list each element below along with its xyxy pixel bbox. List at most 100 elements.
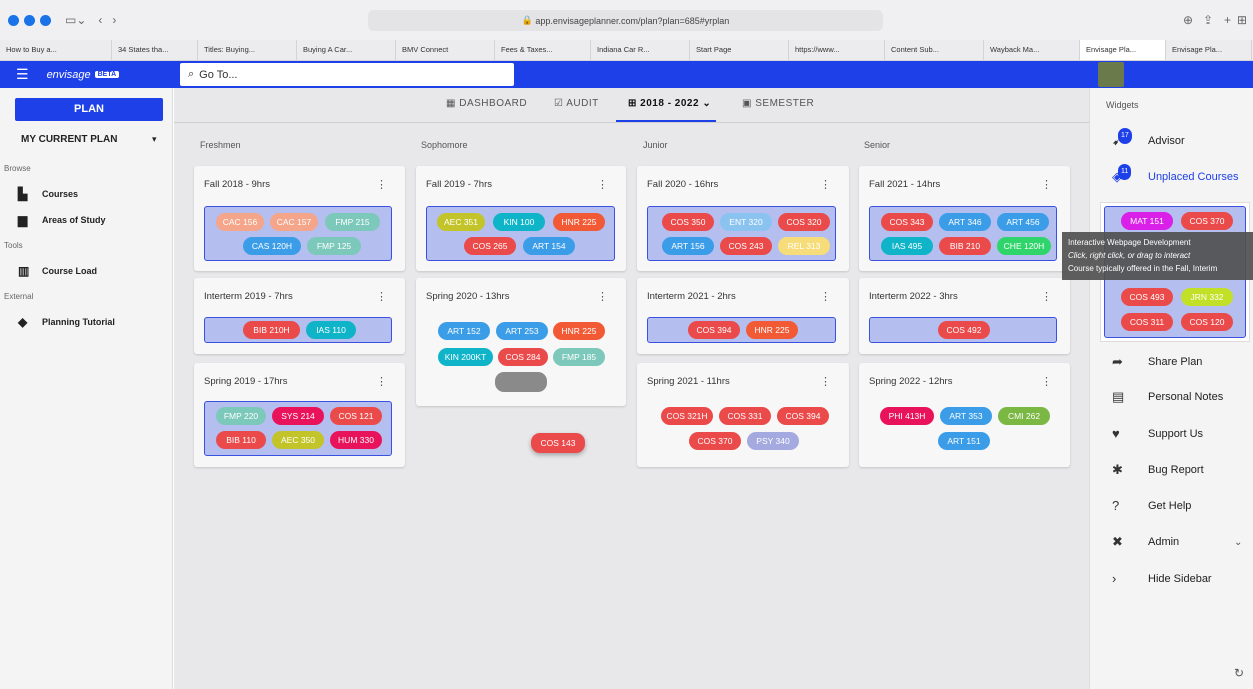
course-pill[interactable]: BIB 210H xyxy=(243,321,300,339)
widget-bug[interactable]: ✱ Bug Report xyxy=(1112,463,1204,477)
current-plan-select[interactable]: MY CURRENT PLAN xyxy=(21,134,117,145)
course-pill[interactable]: IAS 495 xyxy=(881,237,933,255)
course-pill[interactable]: COS 331 xyxy=(719,407,771,425)
course-dropzone[interactable]: FMP 220 SYS 214 COS 121 BIB 110 AEC 350 … xyxy=(204,401,392,456)
course-pill[interactable]: REL 313 xyxy=(778,237,830,255)
course-pill[interactable]: COS 394 xyxy=(777,407,829,425)
course-pill[interactable]: FMP 185 xyxy=(553,348,605,366)
widget-help[interactable]: ? Get Help xyxy=(1112,499,1191,513)
course-pill[interactable]: JRN 332 xyxy=(1181,288,1233,306)
nav-courses[interactable]: ▙ Courses xyxy=(18,188,78,200)
course-pill[interactable]: MAT 151 xyxy=(1121,212,1173,230)
course-dropzone[interactable]: COS 343 ART 346 ART 456 IAS 495 BIB 210 … xyxy=(869,206,1057,261)
more-icon[interactable]: ⋮ xyxy=(1041,290,1052,303)
bookmark[interactable]: https://www... xyxy=(789,40,885,60)
widget-support[interactable]: ♥ Support Us xyxy=(1112,427,1203,441)
more-icon[interactable]: ⋮ xyxy=(820,290,831,303)
course-dropzone[interactable]: COS 492 xyxy=(869,317,1057,343)
bookmark[interactable]: Buying A Car... xyxy=(297,40,396,60)
more-icon[interactable]: ⋮ xyxy=(1041,178,1052,191)
bookmark[interactable]: Fees & Taxes... xyxy=(495,40,591,60)
logo[interactable]: envisage xyxy=(47,69,91,81)
bookmark[interactable]: 34 States tha... xyxy=(112,40,198,60)
tab-dashboard[interactable]: ▦ DASHBOARD xyxy=(446,98,527,109)
chevron-down-icon[interactable]: ▾ xyxy=(152,134,157,145)
term-card[interactable]: Spring 2022 - 12hrs ⋮ PHI 413H ART 353 CM… xyxy=(859,363,1070,467)
more-icon[interactable]: ⋮ xyxy=(820,375,831,388)
nav-course-load[interactable]: ▥ Course Load xyxy=(18,265,97,277)
nav-tutorial[interactable]: ◆ Planning Tutorial xyxy=(18,316,115,328)
more-icon[interactable]: ⋮ xyxy=(376,290,387,303)
bookmark[interactable]: Start Page xyxy=(690,40,789,60)
search-input[interactable]: ⌕ Go To... xyxy=(180,63,514,86)
course-pill[interactable]: CHE 120H xyxy=(997,237,1051,255)
bookmark[interactable]: Content Sub... xyxy=(885,40,984,60)
course-pill[interactable]: FMP 125 xyxy=(307,237,361,255)
widget-notes[interactable]: ▤ Personal Notes xyxy=(1112,390,1223,404)
course-pill[interactable]: HNR 225 xyxy=(746,321,798,339)
course-pill[interactable]: CAC 157 xyxy=(270,213,318,231)
course-pill[interactable]: ART 152 xyxy=(438,322,490,340)
avatar[interactable] xyxy=(1098,62,1124,87)
term-card[interactable]: Interterm 2022 - 3hrs ⋮ COS 492 xyxy=(859,278,1070,354)
course-pill[interactable]: PSY 340 xyxy=(747,432,799,450)
course-pill[interactable]: ART 154 xyxy=(523,237,575,255)
course-pill[interactable]: CMI 262 xyxy=(998,407,1050,425)
refresh-icon[interactable]: ↻ xyxy=(1234,666,1244,680)
course-pill[interactable]: KIN 200KT xyxy=(438,348,493,366)
course-pill[interactable]: ART 456 xyxy=(997,213,1049,231)
term-card[interactable]: Spring 2020 - 13hrs ⋮ ART 152 ART 253 HNR… xyxy=(416,278,626,406)
forward-icon[interactable]: › xyxy=(112,13,116,27)
term-card[interactable]: Spring 2021 - 11hrs ⋮ COS 321H COS 331 CO… xyxy=(637,363,849,467)
term-card[interactable]: Fall 2020 - 16hrs ⋮ COS 350 ENT 320 COS 3… xyxy=(637,166,849,271)
tab-active[interactable]: Envisage Pla... xyxy=(1080,40,1166,60)
course-pill[interactable]: COS 265 xyxy=(464,237,516,255)
course-pill[interactable]: COS 370 xyxy=(1181,212,1233,230)
dragged-course-pill[interactable]: COS 143 xyxy=(531,433,585,453)
course-pill[interactable]: CAC 156 xyxy=(216,213,264,231)
course-pill[interactable]: COS 492 xyxy=(938,321,990,339)
course-pill[interactable]: IAS 110 xyxy=(306,321,356,339)
course-pill[interactable]: COS 394 xyxy=(688,321,740,339)
minimize-dot[interactable] xyxy=(24,14,35,26)
course-pill[interactable]: COS 370 xyxy=(689,432,741,450)
widget-advisor[interactable]: ➹ 17 Advisor xyxy=(1112,128,1185,148)
tab-years[interactable]: ⊞ 2018 - 2022 ⌄ xyxy=(628,98,711,109)
sidebar-toggle-icon[interactable]: ▭⌄ xyxy=(65,13,86,27)
address-bar[interactable]: 🔒 app.envisageplanner.com/plan?plan=685#… xyxy=(368,10,883,31)
tab-audit[interactable]: ☑ AUDIT xyxy=(554,98,599,109)
widget-share[interactable]: ➦ Share Plan xyxy=(1112,355,1202,369)
nav-areas[interactable]: ▆ Areas of Study xyxy=(18,214,106,226)
term-card[interactable]: Fall 2018 - 9hrs ⋮ CAC 156 CAC 157 FMP 21… xyxy=(194,166,405,271)
more-icon[interactable]: ⋮ xyxy=(820,178,831,191)
course-pill[interactable]: COS 493 xyxy=(1121,288,1173,306)
course-pill[interactable]: FMP 215 xyxy=(325,213,380,231)
term-card[interactable]: Spring 2019 - 17hrs ⋮ FMP 220 SYS 214 COS… xyxy=(194,363,405,467)
chevron-down-icon[interactable]: ⌄ xyxy=(1234,537,1242,548)
new-tab-icon[interactable]: + xyxy=(1224,13,1231,27)
course-pill[interactable]: BIB 110 xyxy=(216,431,266,449)
course-pill[interactable]: FMP 220 xyxy=(216,407,266,425)
back-icon[interactable]: ‹ xyxy=(98,13,102,27)
bookmark[interactable]: Indiana Car R... xyxy=(591,40,690,60)
more-icon[interactable]: ⋮ xyxy=(597,290,608,303)
course-pill[interactable]: ENT 320 xyxy=(720,213,772,231)
course-dropzone[interactable]: COS 350 ENT 320 COS 320 ART 156 COS 243 … xyxy=(647,206,836,261)
bookmark[interactable]: Titles: Buying... xyxy=(198,40,297,60)
course-pill[interactable]: AEC 351 xyxy=(437,213,485,231)
term-card[interactable]: Interterm 2021 - 2hrs ⋮ COS 394 HNR 225 xyxy=(637,278,849,354)
course-pill[interactable]: COS 320 xyxy=(778,213,830,231)
course-pill[interactable]: HNR 225 xyxy=(553,213,605,231)
tab[interactable]: Envisage Pla... xyxy=(1166,40,1252,60)
more-icon[interactable]: ⋮ xyxy=(376,178,387,191)
course-pill[interactable]: ART 346 xyxy=(939,213,991,231)
course-pill[interactable]: COS 120 xyxy=(1181,313,1233,331)
more-icon[interactable]: ⋮ xyxy=(1041,375,1052,388)
course-pill[interactable]: ART 253 xyxy=(496,322,548,340)
widget-hide-sidebar[interactable]: › Hide Sidebar xyxy=(1112,572,1212,586)
course-pill[interactable]: AEC 350 xyxy=(272,431,324,449)
course-dropzone[interactable]: AEC 351 KIN 100 HNR 225 COS 265 ART 154 xyxy=(426,206,615,261)
zoom-dot[interactable] xyxy=(40,14,51,26)
widget-unplaced[interactable]: ◈ 11 Unplaced Courses xyxy=(1112,164,1239,184)
course-pill[interactable]: HUM 330 xyxy=(330,431,382,449)
